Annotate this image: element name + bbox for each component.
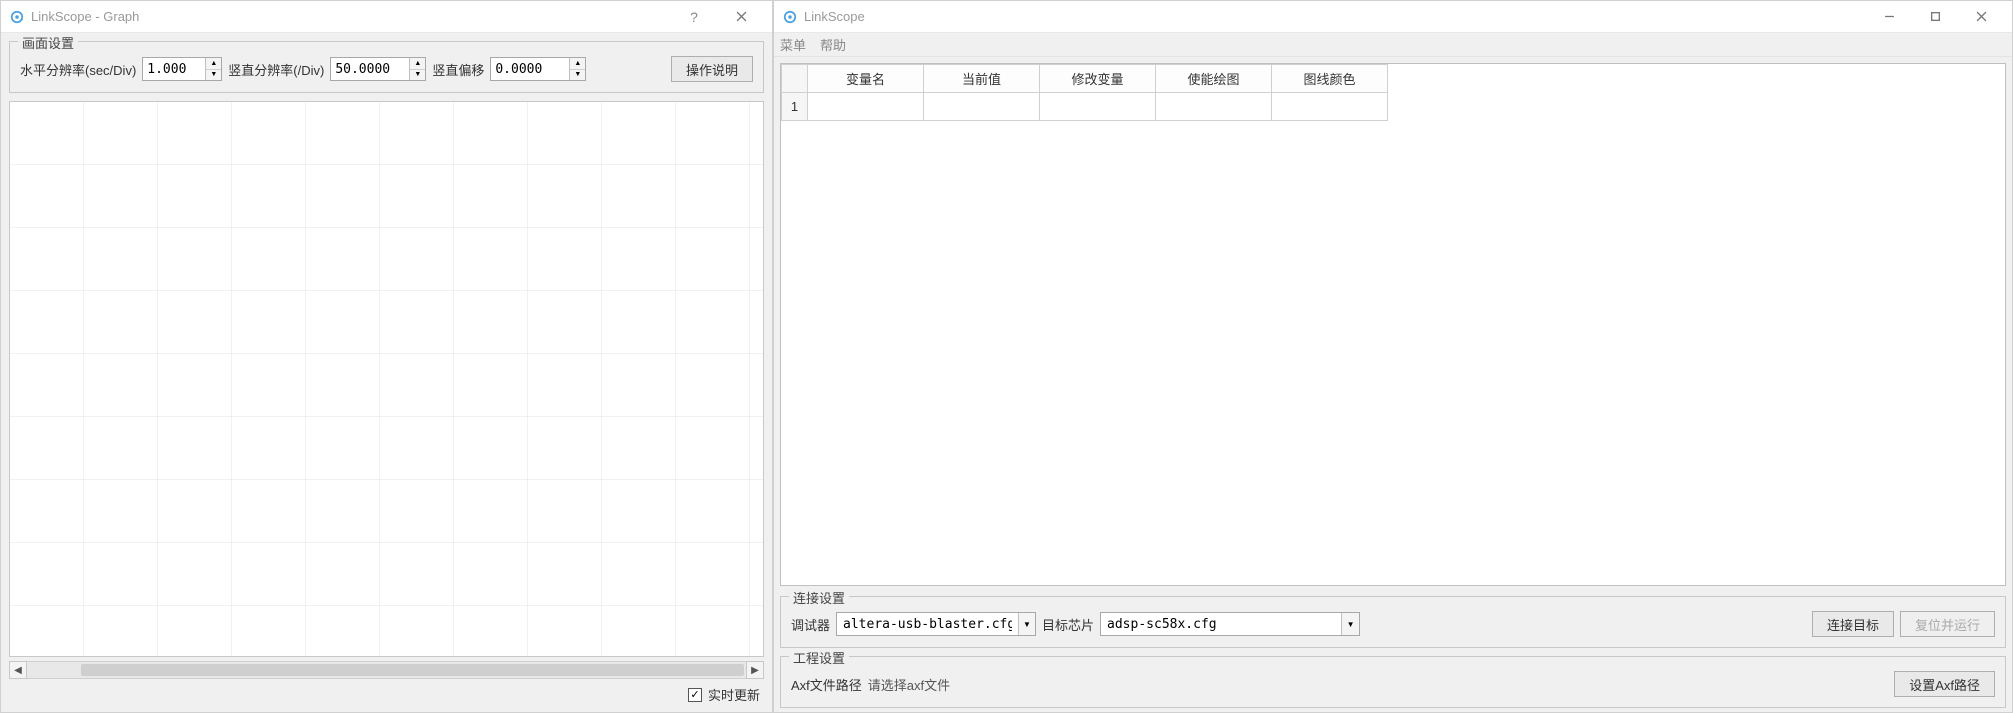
- window-title-right: LinkScope: [804, 9, 865, 24]
- cell-curvalue[interactable]: [924, 93, 1040, 121]
- window-title-left: LinkScope - Graph: [31, 9, 139, 24]
- voff-down-icon[interactable]: ▼: [570, 70, 585, 81]
- voff-label: 竖直偏移: [432, 60, 484, 79]
- table-corner: [782, 65, 808, 93]
- display-settings-legend: 画面设置: [18, 33, 78, 52]
- chip-combo[interactable]: ▼: [1100, 612, 1360, 636]
- cell-modify[interactable]: [1040, 93, 1156, 121]
- col-varname: 变量名: [808, 65, 924, 93]
- hres-up-icon[interactable]: ▲: [206, 58, 221, 70]
- chevron-down-icon[interactable]: ▼: [1341, 613, 1359, 635]
- minimize-icon[interactable]: [1866, 1, 1912, 33]
- voff-spinbox[interactable]: ▲ ▼: [490, 57, 586, 81]
- main-window: LinkScope 菜单 帮助 变量名 当前值 修改变量 使能绘图 图线颜色: [773, 0, 2013, 713]
- debugger-input[interactable]: [837, 613, 1018, 635]
- vres-down-icon[interactable]: ▼: [410, 70, 425, 81]
- project-settings-legend: 工程设置: [789, 648, 849, 667]
- graph-canvas[interactable]: [9, 101, 764, 657]
- cell-varname[interactable]: [808, 93, 924, 121]
- realtime-checkbox[interactable]: ✓: [688, 688, 702, 702]
- project-settings-group: 工程设置 Axf文件路径 请选择axf文件 设置Axf路径: [780, 656, 2006, 708]
- app-icon: [782, 9, 798, 25]
- menu-menu[interactable]: 菜单: [780, 35, 806, 54]
- h-scrollbar[interactable]: ◀ ▶: [9, 661, 764, 679]
- debugger-label: 调试器: [791, 615, 830, 634]
- display-settings-group: 画面设置 水平分辨率(sec/Div) ▲ ▼ 竖直分辨率(/Div) ▲ ▼ …: [9, 41, 764, 93]
- vres-input[interactable]: [331, 58, 409, 80]
- help-button[interactable]: ?: [682, 9, 706, 25]
- chevron-down-icon[interactable]: ▼: [1018, 613, 1035, 635]
- maximize-icon[interactable]: [1912, 1, 1958, 33]
- debugger-combo[interactable]: ▼: [836, 612, 1036, 636]
- graph-window: LinkScope - Graph ? 画面设置 水平分辨率(sec/Div) …: [0, 0, 773, 713]
- chip-input[interactable]: [1101, 613, 1341, 635]
- graph-grid: [10, 102, 763, 656]
- col-curvalue: 当前值: [924, 65, 1040, 93]
- hres-input[interactable]: [143, 58, 205, 80]
- hres-spinbox[interactable]: ▲ ▼: [142, 57, 222, 81]
- hres-down-icon[interactable]: ▼: [206, 70, 221, 81]
- cell-enableplot[interactable]: [1156, 93, 1272, 121]
- app-icon: [9, 9, 25, 25]
- variable-table[interactable]: 变量名 当前值 修改变量 使能绘图 图线颜色 1: [780, 63, 2006, 586]
- axf-placeholder: 请选择axf文件: [868, 675, 950, 694]
- col-modify: 修改变量: [1040, 65, 1156, 93]
- hres-label: 水平分辨率(sec/Div): [20, 60, 136, 79]
- scroll-thumb[interactable]: [81, 664, 744, 676]
- voff-up-icon[interactable]: ▲: [570, 58, 585, 70]
- cell-linecolor[interactable]: [1272, 93, 1388, 121]
- connection-settings-group: 连接设置 调试器 ▼ 目标芯片 ▼ 连接目标 复位并运行: [780, 596, 2006, 648]
- vres-up-icon[interactable]: ▲: [410, 58, 425, 70]
- titlebar-right: LinkScope: [774, 1, 2012, 33]
- table-row[interactable]: 1: [782, 93, 1388, 121]
- vres-label: 竖直分辨率(/Div): [228, 60, 324, 79]
- connection-settings-legend: 连接设置: [789, 588, 849, 607]
- set-axf-button[interactable]: 设置Axf路径: [1894, 671, 1995, 697]
- vres-spinbox[interactable]: ▲ ▼: [330, 57, 426, 81]
- realtime-label: 实时更新: [708, 685, 760, 704]
- voff-input[interactable]: [491, 58, 569, 80]
- scroll-track[interactable]: [27, 661, 746, 679]
- close-icon[interactable]: [1958, 1, 2004, 33]
- row-number: 1: [782, 93, 808, 121]
- reset-run-button[interactable]: 复位并运行: [1900, 611, 1995, 637]
- scroll-left-icon[interactable]: ◀: [9, 661, 27, 679]
- col-linecolor: 图线颜色: [1272, 65, 1388, 93]
- titlebar-left: LinkScope - Graph ?: [1, 1, 772, 33]
- chip-label: 目标芯片: [1042, 615, 1094, 634]
- axf-label: Axf文件路径: [791, 675, 862, 694]
- col-enableplot: 使能绘图: [1156, 65, 1272, 93]
- close-icon[interactable]: [718, 1, 764, 33]
- scroll-right-icon[interactable]: ▶: [746, 661, 764, 679]
- menubar: 菜单 帮助: [774, 33, 2012, 57]
- instructions-button[interactable]: 操作说明: [671, 56, 753, 82]
- connect-button[interactable]: 连接目标: [1812, 611, 1894, 637]
- menu-help[interactable]: 帮助: [820, 35, 846, 54]
